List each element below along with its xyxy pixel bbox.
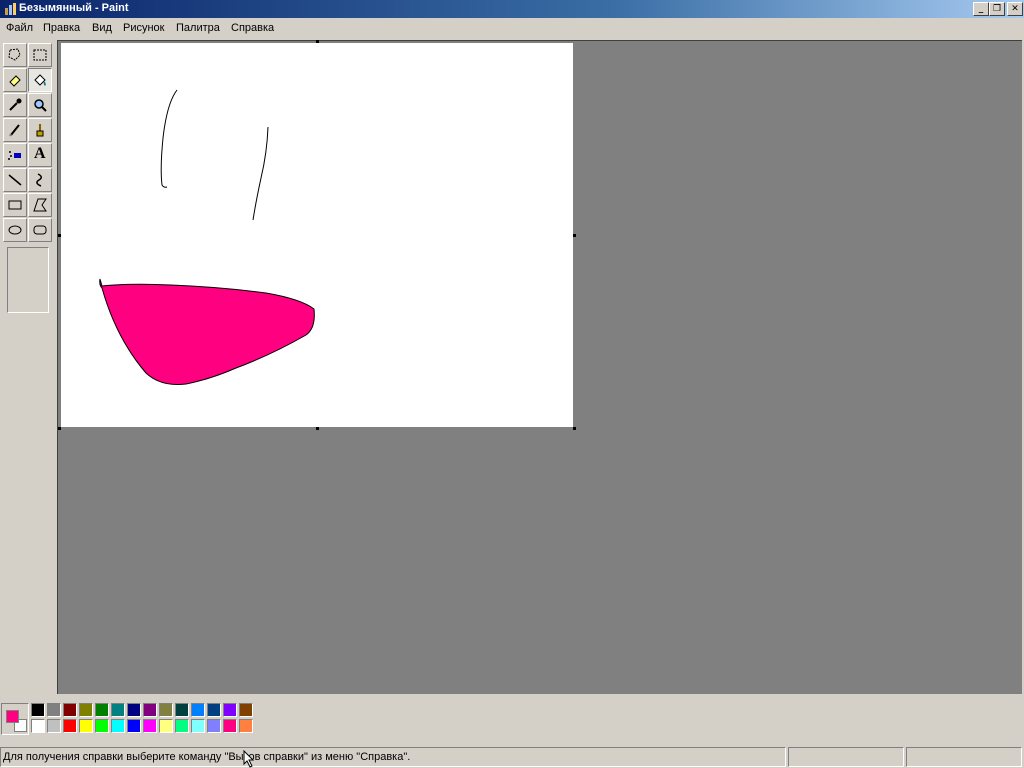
- tool-color-picker[interactable]: [3, 93, 27, 117]
- tool-rect-select[interactable]: [28, 43, 52, 67]
- tool-ellipse[interactable]: [3, 218, 27, 242]
- ellipse-icon: [8, 225, 22, 235]
- palette-swatch[interactable]: [95, 703, 109, 717]
- palette-swatch[interactable]: [207, 719, 221, 733]
- menu-help[interactable]: Справка: [231, 22, 274, 34]
- palette-swatch[interactable]: [223, 719, 237, 733]
- menu-bar: Файл Правка Вид Рисунок Палитра Справка: [0, 19, 1024, 38]
- tool-rectangle[interactable]: [3, 193, 27, 217]
- line-icon: [8, 174, 22, 186]
- window-title: Безымянный - Paint: [19, 2, 129, 14]
- stroke-left: [160, 89, 178, 188]
- tool-text[interactable]: A: [28, 143, 52, 167]
- close-icon: ✕: [1011, 4, 1019, 14]
- tool-magnifier[interactable]: [28, 93, 52, 117]
- drawing-canvas[interactable]: [61, 43, 573, 427]
- palette-swatch[interactable]: [191, 703, 205, 717]
- palette-swatch[interactable]: [191, 719, 205, 733]
- tool-fill[interactable]: [28, 68, 52, 92]
- tool-polygon[interactable]: [28, 193, 52, 217]
- tool-options-panel[interactable]: [7, 247, 49, 313]
- resize-handle-bottom[interactable]: [316, 427, 319, 430]
- foreground-color: [6, 710, 19, 723]
- palette-swatch[interactable]: [127, 719, 141, 733]
- menu-image[interactable]: Рисунок: [123, 22, 165, 34]
- palette-swatch[interactable]: [143, 719, 157, 733]
- palette-swatch[interactable]: [143, 703, 157, 717]
- resize-handle-right[interactable]: [573, 234, 576, 237]
- tool-airbrush[interactable]: [3, 143, 27, 167]
- tool-brush[interactable]: [28, 118, 52, 142]
- eraser-icon: [9, 75, 21, 87]
- palette-swatch[interactable]: [79, 703, 93, 717]
- palette-swatch[interactable]: [31, 703, 45, 717]
- magnifier-icon: [34, 99, 47, 112]
- free-select-icon: [8, 48, 21, 61]
- filled-shape: [99, 278, 315, 385]
- rounded-rect-icon: [33, 225, 47, 235]
- status-cursor-pane: [788, 747, 904, 767]
- rectangle-icon: [8, 200, 22, 210]
- paint-app-icon: [5, 3, 16, 15]
- tool-pencil[interactable]: [3, 118, 27, 142]
- color-picker-icon: [9, 98, 22, 111]
- palette-swatch[interactable]: [111, 703, 125, 717]
- menu-file[interactable]: Файл: [6, 22, 33, 34]
- restore-button[interactable]: ❐: [989, 2, 1005, 16]
- polygon-icon: [33, 198, 47, 212]
- tool-line[interactable]: [3, 168, 27, 192]
- status-size-pane: [906, 747, 1022, 767]
- resize-handle-bottom-left: [58, 427, 61, 430]
- status-bar: Для получения справки выберите команду "…: [0, 746, 1024, 768]
- palette-swatch[interactable]: [47, 719, 61, 733]
- curve-icon: [36, 173, 42, 187]
- palette-swatch[interactable]: [239, 719, 253, 733]
- tool-eraser[interactable]: [3, 68, 27, 92]
- fill-bucket-icon: [34, 74, 46, 86]
- airbrush-icon: [8, 151, 21, 160]
- palette-swatch[interactable]: [175, 719, 189, 733]
- palette-swatch[interactable]: [79, 719, 93, 733]
- palette-swatch[interactable]: [175, 703, 189, 717]
- tool-free-select[interactable]: [3, 43, 27, 67]
- status-help-text: Для получения справки выберите команду "…: [0, 747, 786, 767]
- palette-swatch[interactable]: [63, 703, 77, 717]
- resize-handle-top: [316, 40, 319, 43]
- close-button[interactable]: ✕: [1007, 2, 1023, 16]
- minimize-icon: _: [978, 4, 984, 14]
- drawing-layer: [99, 89, 315, 385]
- menu-view[interactable]: Вид: [92, 22, 112, 34]
- menu-palette[interactable]: Палитра: [176, 22, 220, 34]
- mouse-cursor: [243, 750, 255, 768]
- tool-curve[interactable]: [28, 168, 52, 192]
- brush-icon: [36, 124, 44, 137]
- pencil-icon: [9, 124, 20, 137]
- palette-swatch[interactable]: [223, 703, 237, 717]
- resize-handle-left: [58, 234, 61, 237]
- restore-icon: ❐: [992, 4, 1002, 14]
- minimize-button[interactable]: _: [973, 2, 989, 16]
- resize-handle-corner[interactable]: [573, 427, 576, 430]
- palette-swatch[interactable]: [239, 703, 253, 717]
- palette-swatch[interactable]: [31, 719, 45, 733]
- palette-swatch[interactable]: [127, 703, 141, 717]
- palette-swatch[interactable]: [47, 703, 61, 717]
- palette-swatch[interactable]: [63, 719, 77, 733]
- current-colors: [1, 703, 29, 735]
- palette-swatch[interactable]: [111, 719, 125, 733]
- tool-rounded-rect[interactable]: [28, 218, 52, 242]
- menu-edit[interactable]: Правка: [43, 22, 80, 34]
- palette-swatch[interactable]: [159, 719, 173, 733]
- toolbox: A: [0, 40, 56, 694]
- palette-swatch[interactable]: [95, 719, 109, 733]
- stroke-right: [252, 126, 269, 221]
- title-bar[interactable]: Безымянный - Paint _ ❐ ✕: [0, 0, 1024, 18]
- palette-swatch[interactable]: [159, 703, 173, 717]
- palette-swatch[interactable]: [207, 703, 221, 717]
- rect-select-icon: [33, 49, 47, 61]
- text-icon: A: [34, 145, 46, 162]
